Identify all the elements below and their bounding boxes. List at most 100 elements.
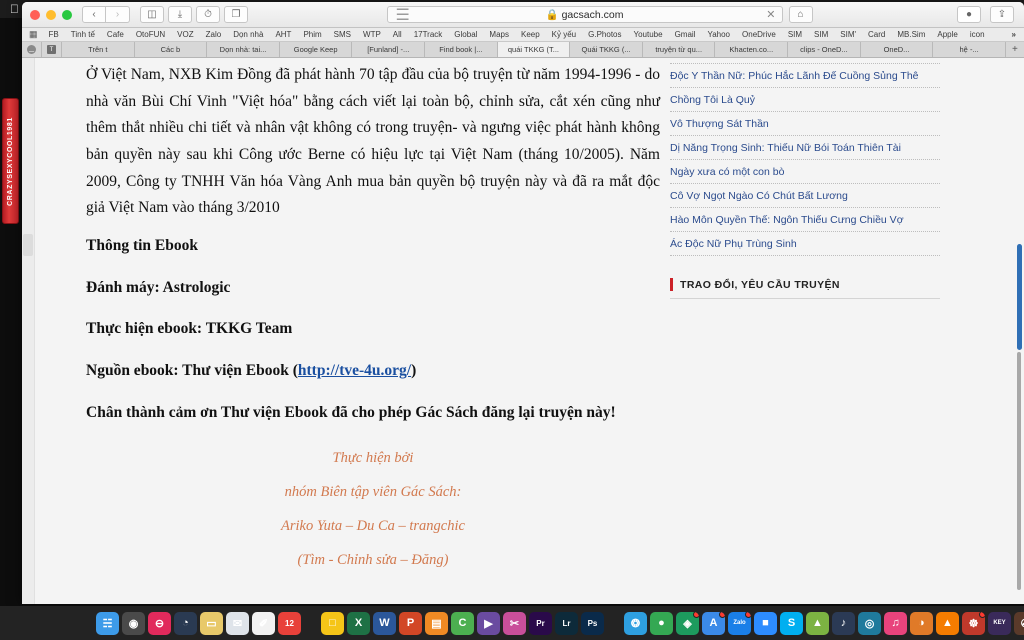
browser-tab[interactable]: Trên t [62,42,135,57]
bookmark-item[interactable]: Dọn nhà [227,30,269,39]
dock-item-android-file-transfer[interactable]: ▲ [806,611,829,635]
bookmark-item[interactable]: Zalo [200,30,228,39]
bookmark-item[interactable]: SIM' [834,30,862,39]
bookmark-item[interactable]: 17Track [408,30,449,39]
home-icon[interactable]: ⌂ [788,6,813,23]
bookmark-item[interactable]: Global [448,30,483,39]
sidebar-link[interactable]: Ngày xưa có một con bò [670,160,940,184]
tab-group-button[interactable]: T [42,42,62,57]
dock-item-calendar[interactable]: 12 [278,611,301,635]
dock-item-skype[interactable]: S [780,611,803,635]
browser-tab[interactable]: Các b [135,42,208,57]
minimize-window-button[interactable] [46,9,56,20]
dock-item-contacts[interactable]: ✉ [226,611,249,635]
bookmark-item[interactable]: Apple [931,30,963,39]
dock-item-final-cut[interactable]: ✂ [503,611,526,635]
dock-item-excel[interactable]: X [347,611,370,635]
bookmark-item[interactable]: FB [43,30,65,39]
sidebar-toggle-icon[interactable]: ◫ [140,6,164,23]
browser-tab[interactable]: clips - OneD... [788,42,861,57]
dock-item-karabiner[interactable]: ☸ [962,611,985,635]
browser-tab[interactable]: Find book |... [425,42,498,57]
sidebar-link[interactable]: Ác Độc Nữ Phụ Trùng Sinh [670,232,940,256]
browser-tab[interactable]: hệ -... [933,42,1006,57]
browser-tab[interactable]: [Funland] -... [352,42,426,57]
sidebar-link[interactable]: Hào Môn Quyền Thế: Ngôn Thiếu Cưng Chiều… [670,208,940,232]
bookmark-item[interactable]: Keep [515,30,546,39]
bookmark-item[interactable]: Kỷ yếu [546,30,582,39]
bookmark-item[interactable]: icon [964,30,991,39]
address-bar[interactable]: ☰ 🔒 gacsach.com ✕ [386,5,783,25]
browser-tab-active[interactable]: quái TKKG (T... [497,42,571,57]
dock-item-do-not-disturb[interactable]: ⊖ [148,611,171,635]
bookmark-item[interactable]: VOZ [171,30,199,39]
dock-item-chrome[interactable]: ● [650,611,673,635]
dock-item-kindle[interactable]: ▶ [477,611,500,635]
browser-tab[interactable]: OneD... [861,42,934,57]
dock-item-wechat[interactable]: C [451,611,474,635]
bookmark-item[interactable]: Phim [297,30,327,39]
dock-item-pages[interactable]: ✐ [252,611,275,635]
dock-item-zoom[interactable]: ■ [754,611,777,635]
stop-reload-icon[interactable]: ✕ [766,8,775,21]
dock-item-ibooks[interactable]: ◑ [910,611,933,635]
bookmark-item[interactable]: G.Photos [582,30,627,39]
apps-grid-icon[interactable]: ▦ [26,29,43,40]
tab-close-all-button[interactable]: ⚊ [22,42,42,57]
dock-item-photoshop[interactable]: Ps [581,611,604,635]
browser-tab[interactable]: Google Keep [280,42,353,57]
browser-tab[interactable]: Khacten.co... [715,42,789,57]
close-window-button[interactable] [30,9,40,20]
source-link[interactable]: http://tve-4u.org/ [298,362,411,379]
dock-item-notes[interactable]: ▭ [200,611,223,635]
sidebar-link[interactable]: Dị Năng Trọng Sinh: Thiếu Nữ Bói Toán Th… [670,136,940,160]
dock-item-camera[interactable]: ◎ [858,611,881,635]
bookmarks-overflow-icon[interactable]: » [1008,30,1020,39]
reader-view-icon[interactable]: ☰ [396,5,410,25]
bookmark-item[interactable]: SIM [782,30,808,39]
dock-item-zalo[interactable]: Zalo [728,611,751,635]
dock-item-dashboard[interactable]: ◔ [174,611,197,635]
new-tab-button[interactable]: + [1006,42,1024,57]
dock-item-siri[interactable]: ◉ [122,611,145,635]
dock-item-powerpoint[interactable]: P [399,611,422,635]
dock-item-premiere[interactable]: Pr [529,611,552,635]
sidebar-link[interactable]: Cô Vợ Ngọt Ngào Có Chút Bất Lương [670,184,940,208]
bookmark-item[interactable]: Card [862,30,891,39]
browser-tab[interactable]: truyện từ qu... [643,42,716,57]
bookmark-item[interactable]: SMS [328,30,357,39]
bookmark-item[interactable]: AHT [269,30,297,39]
bookmark-item[interactable]: All [387,30,408,39]
history-clock-icon[interactable]: ⏱ [196,6,220,23]
bookmark-item[interactable]: WTP [357,30,387,39]
zoom-window-button[interactable] [62,9,72,20]
dock-item-finder[interactable]: ☵ [96,611,119,635]
page-scrollbar-thumb[interactable] [1017,352,1021,590]
back-button[interactable]: ‹ [82,6,106,23]
sidebar-link[interactable]: Vô Thượng Sát Thần [670,112,940,136]
bookmark-item[interactable]: Gmail [669,30,702,39]
bookmark-item[interactable]: Tinh tế [65,30,101,39]
bookmark-item[interactable]: Cafe [101,30,130,39]
browser-tab[interactable]: Quái TKKG (... [570,42,643,57]
tab-overview-icon[interactable]: ❐ [224,6,248,23]
dock-item-vlc[interactable]: ▲ [936,611,959,635]
bookmark-item[interactable]: OtoFUN [130,30,171,39]
bookmark-item[interactable]: OneDrive [736,30,782,39]
forward-button[interactable]: › [106,6,130,23]
bookmark-item[interactable]: Maps [483,30,515,39]
browser-tab[interactable]: Dọn nhà: tai... [207,42,280,57]
dock-item-key[interactable]: KEY [988,611,1011,635]
sidebar-link[interactable]: Độc Y Thần Nữ: Phúc Hắc Lãnh Đế Cuồng Sủ… [670,64,940,88]
window-traffic-lights[interactable] [28,9,82,20]
bookmark-item[interactable]: Youtube [628,30,669,39]
dock-item-messenger[interactable]: ◈ [676,611,699,635]
bookmark-item[interactable]: Yahoo [701,30,736,39]
adblock-icon[interactable]: ● [957,6,981,23]
dock-item-word[interactable]: W [373,611,396,635]
share-icon[interactable]: ⇪ [990,6,1014,23]
dock-item-appstore[interactable]: A [702,611,725,635]
dock-item-scanner[interactable]: ✇ [1014,611,1024,635]
dock-item-audio-hijack[interactable]: ♪ [832,611,855,635]
user-side-tab[interactable]: CRAZYSEXYCOOL1981 [2,98,19,224]
